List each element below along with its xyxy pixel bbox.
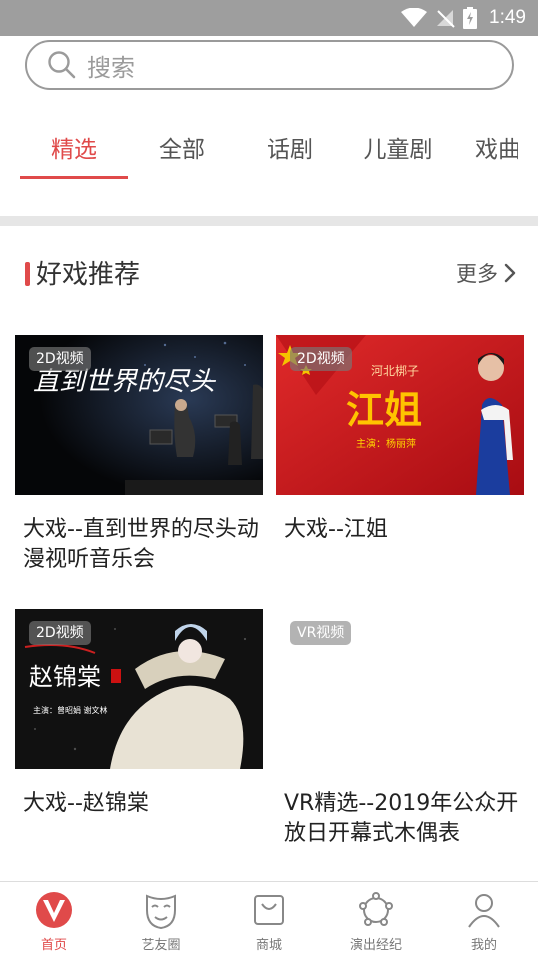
video-type-badge: VR视频 [290,621,352,645]
show-title: 大戏--江姐 [284,517,388,542]
more-label: 更多 [456,262,498,286]
nav-mine[interactable]: 我的 [439,890,529,953]
section-title: 好戏推荐 [36,260,141,290]
tab-all[interactable]: 全部 [128,120,236,180]
tab-featured[interactable]: 精选 [20,120,128,180]
status-time: 1:49 [489,7,526,28]
nav-broker[interactable]: 演出经纪 [331,890,421,953]
nav-home-label: 首页 [40,938,67,953]
poster-cast: 主演：杨丽萍 [356,437,416,450]
poster-calligraphy: 赵锦棠 [29,663,101,691]
nav-mine-label: 我的 [470,938,497,953]
video-type-badge: 2D视频 [290,347,352,371]
shopping-bag-icon [254,895,284,925]
search-input[interactable]: 搜索 [25,40,514,90]
tab-drama[interactable]: 话剧 [236,120,344,180]
show-title: VR精选--2019年公众开放日开幕式木偶表 [284,791,519,846]
nav-mall-label: 商城 [255,938,282,953]
show-title: 大戏--赵锦棠 [23,791,149,816]
nav-friends-label: 艺友圈 [141,938,181,953]
nav-home[interactable]: 首页 [9,890,99,953]
show-card[interactable]: 赵锦棠 主演：曾昭娟 谢文林 2D视频 大戏--赵锦棠 [15,609,263,819]
nav-broker-label: 演出经纪 [349,938,402,953]
nav-friends-circle[interactable]: 艺友圈 [116,890,206,953]
home-v-logo-icon [36,892,72,928]
show-card[interactable]: 直到世界的尽头 2D视频 大戏--直到世界的尽头动漫视听音乐会 [15,335,263,575]
section-accent-bar [25,262,30,286]
poster-subtitle: 河北梆子 [371,363,419,378]
tab-children-drama[interactable]: 儿童剧 [344,120,452,180]
status-bar: 1:49 [0,0,538,36]
more-link[interactable]: 更多 [456,258,516,288]
show-title: 大戏--直到世界的尽头动漫视听音乐会 [23,517,259,572]
show-thumbnail: 河北梆子 江姐 主演：杨丽萍 2D视频 [276,335,524,495]
search-icon [48,51,76,79]
show-card[interactable]: VR视频 VR精选--2019年公众开放日开幕式木偶表 [276,609,524,849]
nav-mall[interactable]: 商城 [224,890,314,953]
search-placeholder: 搜索 [87,53,135,82]
no-signal-icon [437,10,455,28]
poster-calligraphy: 直到世界的尽头 [33,367,217,397]
chevron-right-icon [504,263,516,283]
battery-icon [463,7,478,29]
video-type-badge: 2D视频 [29,621,91,645]
tab-indicator [20,176,128,179]
show-thumbnail: 直到世界的尽头 2D视频 [15,335,263,495]
wifi-icon [401,8,428,27]
show-thumbnail: VR视频 [276,609,524,769]
section-header: 好戏推荐 更多 [0,250,538,296]
tabs-edge [518,120,538,180]
category-tabs: 精选 全部 话剧 儿童剧 戏曲 [0,120,538,182]
video-type-badge: 2D视频 [29,347,91,371]
person-icon [468,894,500,928]
poster-cast: 主演：曾昭娟 谢文林 [33,705,108,715]
show-card[interactable]: 河北梆子 江姐 主演：杨丽萍 2D视频 大戏--江姐 [276,335,524,545]
mask-icon [146,894,176,930]
show-thumbnail: 赵锦棠 主演：曾昭娟 谢文林 2D视频 [15,609,263,769]
bottom-nav: 首页 艺友圈 商城 演出经纪 我的 [0,881,538,956]
section-divider [0,216,538,226]
broker-circle-icon [359,892,393,926]
poster-calligraphy: 江姐 [346,387,422,432]
